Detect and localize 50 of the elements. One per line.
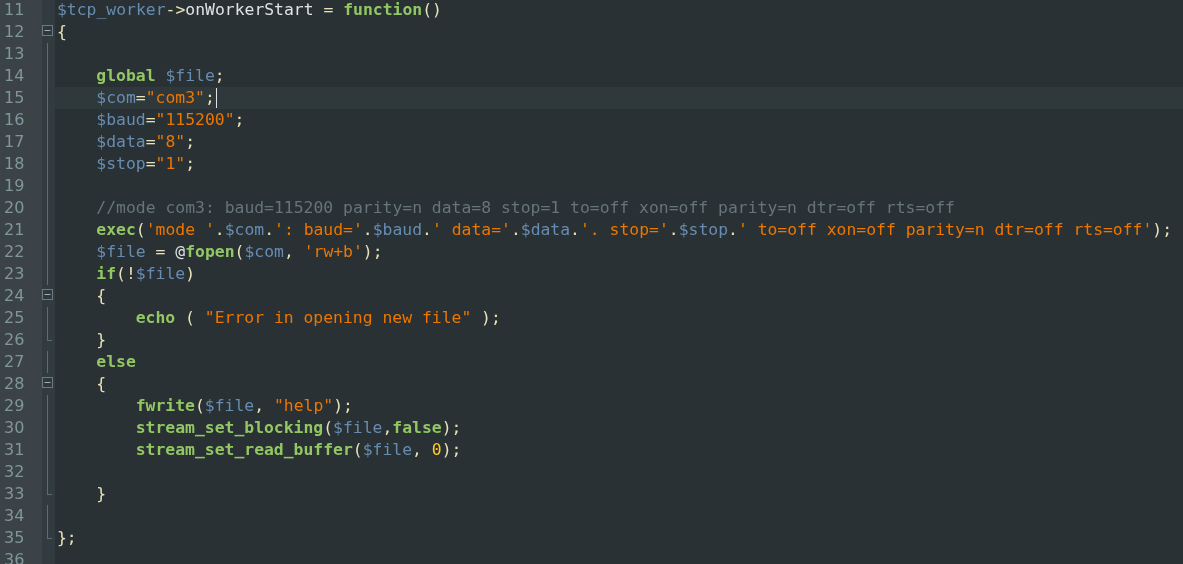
- line-number: 15: [3, 87, 26, 109]
- code-line: stream_set_read_buffer($file, 0);: [135, 439, 462, 461]
- line-number: 18: [3, 153, 26, 175]
- code-line: $baud="115200";: [96, 109, 245, 131]
- code-line: $com="com3";: [96, 87, 215, 109]
- code-line: {: [57, 21, 67, 43]
- code-line: };: [57, 527, 77, 549]
- line-number: 32: [3, 461, 26, 483]
- code-line: {: [96, 285, 107, 307]
- line-number: 23: [3, 263, 26, 285]
- collapse-icon[interactable]: [42, 377, 53, 388]
- code-line: global $file;: [96, 65, 225, 87]
- line-number: 21: [3, 219, 26, 241]
- line-number: 27: [3, 351, 26, 373]
- line-number: 16: [3, 109, 26, 131]
- code-line: echo ( "Error in opening new file" );: [135, 307, 501, 329]
- collapse-icon[interactable]: [42, 289, 53, 300]
- line-number: 33: [3, 483, 26, 505]
- line-number: 12: [3, 21, 26, 43]
- code-line: }: [96, 483, 107, 505]
- code-line: stream_set_blocking($file,false);: [135, 417, 462, 439]
- line-number: 31: [3, 439, 26, 461]
- line-number: 29: [3, 395, 26, 417]
- line-number: 34: [3, 505, 26, 527]
- code-line: else: [96, 351, 136, 373]
- line-number: 20: [3, 197, 26, 219]
- line-number: 35: [3, 527, 26, 549]
- line-number: 24: [3, 285, 26, 307]
- line-number: 28: [3, 373, 26, 395]
- line-number: 14: [3, 65, 26, 87]
- code-line: $file = @fopen($com, 'rw+b');: [96, 241, 383, 263]
- line-number: 25: [3, 307, 26, 329]
- line-number: 13: [3, 43, 26, 65]
- text-cursor: [215, 88, 217, 108]
- line-number: 30: [3, 417, 26, 439]
- code-line: {: [96, 373, 107, 395]
- code-line: }: [96, 329, 107, 351]
- collapse-icon[interactable]: [42, 25, 53, 36]
- code-line: if(!$file): [96, 263, 196, 285]
- code-line: fwrite($file, "help");: [135, 395, 353, 417]
- code-line: exec('mode '.$com.': baud='.$baud.' data='.$data.'. stop='.$stop.' to=off xon=off parity=n dtr=off rts=off');: [96, 219, 1173, 241]
- code-line: $stop="1";: [96, 153, 196, 175]
- code-line: $tcp_worker->onWorkerStart = function(): [57, 0, 442, 21]
- line-number: 17: [3, 131, 26, 153]
- line-number: 22: [3, 241, 26, 263]
- line-number: 26: [3, 329, 26, 351]
- line-number: 19: [3, 175, 26, 197]
- code-line: //mode com3: baud=115200 parity=n data=8 stop=1 to=off xon=off parity=n dtr=off rts=off: [96, 197, 955, 219]
- code-line: $data="8";: [96, 131, 196, 153]
- line-number: 11: [3, 0, 26, 21]
